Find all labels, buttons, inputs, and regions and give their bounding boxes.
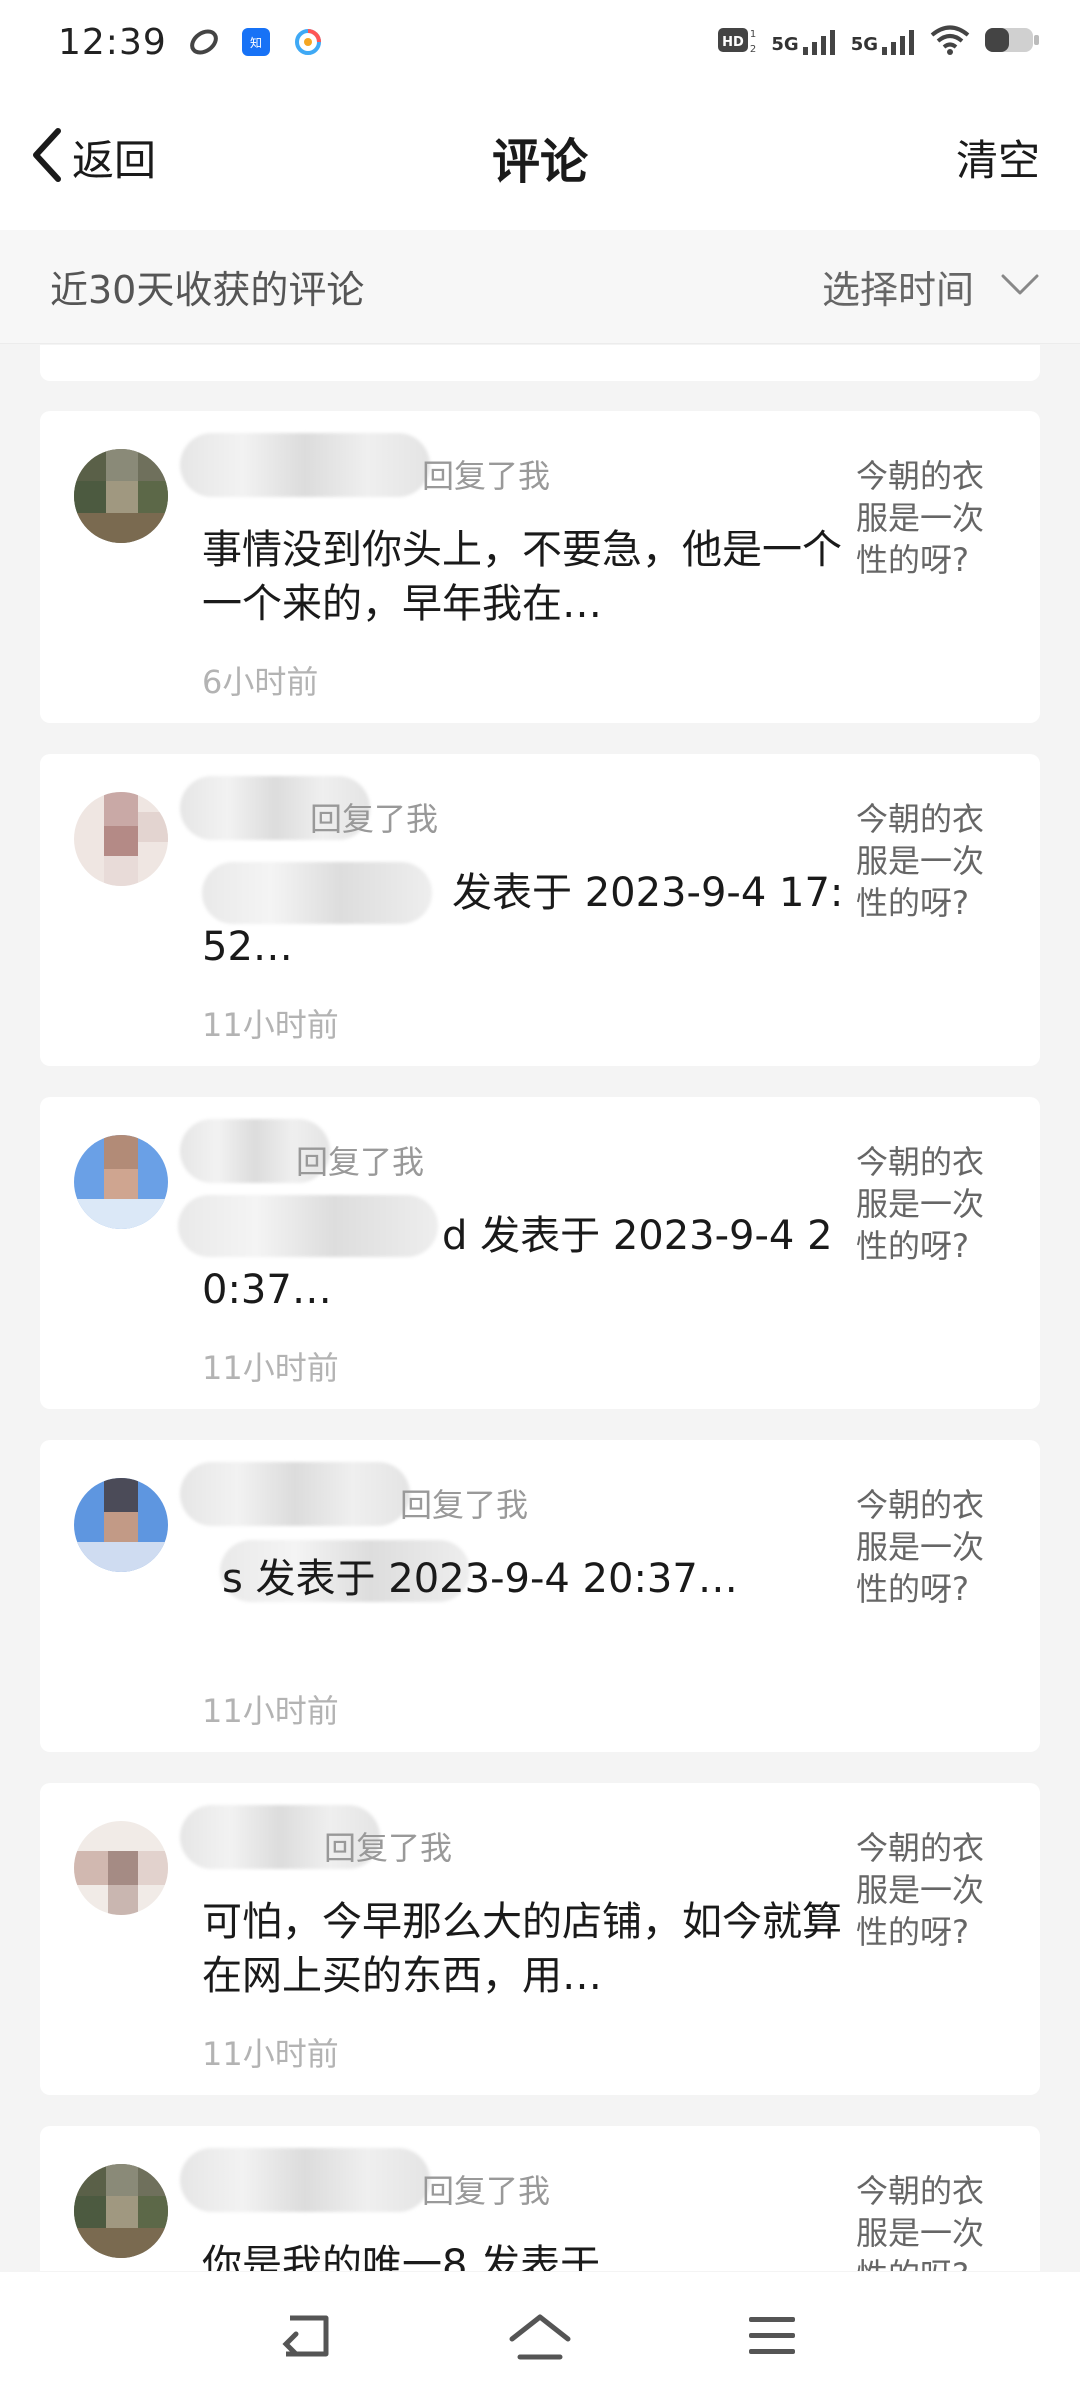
origin-post-title[interactable]: 今朝的衣服是一次性的呀? bbox=[856, 455, 996, 581]
comment-text[interactable]: 你是我的唯一8 发表于 bbox=[202, 2238, 852, 2271]
chevron-left-icon bbox=[30, 127, 64, 187]
reply-label: 回复了我 bbox=[324, 1829, 453, 1867]
filter-label: 近30天收获的评论 bbox=[50, 268, 365, 312]
comment-time: 11小时前 bbox=[202, 2035, 339, 2073]
avatar[interactable] bbox=[74, 792, 168, 886]
avatar[interactable] bbox=[74, 1821, 168, 1915]
username-blurred[interactable] bbox=[180, 1462, 410, 1526]
network-label-1: 5G bbox=[771, 34, 799, 55]
origin-post-title[interactable]: 今朝的衣服是一次性的呀? bbox=[856, 1484, 996, 1610]
back-nav-icon[interactable] bbox=[272, 2300, 344, 2372]
comment-card[interactable]: 回复了我 事情没到你头上，不要急，他是一个一个来的，早年我在… 6小时前 今朝的… bbox=[40, 411, 1040, 723]
svg-text:1: 1 bbox=[750, 29, 756, 40]
comment-time: 11小时前 bbox=[202, 1692, 339, 1730]
signal-5g-icon-2: 5G bbox=[851, 29, 916, 55]
svg-text:HD: HD bbox=[723, 35, 745, 50]
reply-label: 回复了我 bbox=[422, 2172, 551, 2210]
color-circle-icon bbox=[293, 27, 323, 57]
comment-text[interactable]: s 发表于 2023-9-4 20:37… bbox=[202, 1552, 852, 1606]
page-title: 评论 bbox=[491, 134, 588, 190]
reply-label: 回复了我 bbox=[310, 800, 439, 838]
reply-label: 回复了我 bbox=[422, 457, 551, 495]
comment-card[interactable]: 回复了我 可怕，今早那么大的店铺，如今就算在网上买的东西，用… 11小时前 今朝… bbox=[40, 1783, 1040, 2095]
comment-card[interactable]: 回复了我 s 发表于 2023-9-4 20:37… 11小时前 今朝的衣服是一… bbox=[40, 1440, 1040, 1752]
comment-text[interactable]: d 发表于 2023-9-4 20:37… bbox=[202, 1209, 852, 1317]
select-time-label: 选择时间 bbox=[821, 268, 974, 312]
filter-bar: 近30天收获的评论 选择时间 bbox=[0, 230, 1080, 344]
avatar[interactable] bbox=[74, 449, 168, 543]
hd-icon: HD 1 2 bbox=[717, 25, 757, 59]
home-nav-icon[interactable] bbox=[504, 2300, 576, 2372]
status-bar: 12:39 知 HD 1 2 5G 5G bbox=[0, 0, 1080, 84]
origin-post-title[interactable]: 今朝的衣服是一次性的呀? bbox=[856, 2170, 996, 2271]
chevron-down-icon bbox=[1000, 273, 1040, 301]
comment-card[interactable]: 回复了我 d 发表于 2023-9-4 20:37… 11小时前 今朝的衣服是一… bbox=[40, 1097, 1040, 1409]
battery-icon bbox=[984, 25, 1040, 59]
comment-time: 11小时前 bbox=[202, 1349, 339, 1387]
status-left: 12:39 知 bbox=[58, 22, 323, 63]
username-blurred[interactable] bbox=[180, 2148, 430, 2212]
svg-text:知: 知 bbox=[250, 36, 262, 50]
comment-list[interactable]: 回复了我 事情没到你头上，不要急，他是一个一个来的，早年我在… 6小时前 今朝的… bbox=[40, 345, 1040, 2271]
reply-label: 回复了我 bbox=[400, 1486, 529, 1524]
comment-time: 6小时前 bbox=[202, 663, 319, 701]
origin-post-title[interactable]: 今朝的衣服是一次性的呀? bbox=[856, 798, 996, 924]
network-label-2: 5G bbox=[850, 34, 878, 55]
status-right: HD 1 2 5G 5G bbox=[717, 24, 1040, 60]
comment-text[interactable]: 可怕，今早那么大的店铺，如今就算在网上买的东西，用… bbox=[202, 1895, 852, 2003]
back-label: 返回 bbox=[72, 135, 157, 185]
wifi-icon bbox=[930, 24, 970, 60]
zhihu-icon: 知 bbox=[241, 27, 271, 57]
comment-text[interactable]: 事情没到你头上，不要急，他是一个一个来的，早年我在… bbox=[202, 523, 852, 631]
username-blurred[interactable] bbox=[180, 433, 430, 497]
reply-label: 回复了我 bbox=[296, 1143, 425, 1181]
svg-text:2: 2 bbox=[750, 44, 756, 55]
comment-card[interactable]: 回复了我 发表于 2023-9-4 17:52… 11小时前 今朝的衣服是一次性… bbox=[40, 754, 1040, 1066]
status-time: 12:39 bbox=[58, 21, 167, 63]
back-button[interactable]: 返回 bbox=[30, 127, 156, 188]
origin-post-title[interactable]: 今朝的衣服是一次性的呀? bbox=[856, 1827, 996, 1953]
comment-card[interactable]: 回复了我 你是我的唯一8 发表于 今朝的衣服是一次性的呀? bbox=[40, 2126, 1040, 2271]
avatar[interactable] bbox=[74, 1135, 168, 1229]
comment-text[interactable]: 发表于 2023-9-4 17:52… bbox=[202, 866, 852, 974]
avatar[interactable] bbox=[74, 2164, 168, 2258]
select-time-dropdown[interactable]: 选择时间 bbox=[822, 259, 1040, 314]
link-icon bbox=[189, 27, 219, 57]
avatar[interactable] bbox=[74, 1478, 168, 1572]
origin-post-title[interactable]: 今朝的衣服是一次性的呀? bbox=[856, 1141, 996, 1267]
nav-bar: 返回 评论 清空 bbox=[0, 84, 1080, 230]
comment-time: 11小时前 bbox=[202, 1006, 339, 1044]
comment-card-partial bbox=[40, 345, 1040, 381]
system-nav-bar bbox=[0, 2272, 1080, 2400]
menu-nav-icon[interactable] bbox=[736, 2300, 808, 2372]
clear-button[interactable]: 清空 bbox=[956, 127, 1040, 188]
signal-5g-icon-1: 5G bbox=[771, 29, 836, 55]
